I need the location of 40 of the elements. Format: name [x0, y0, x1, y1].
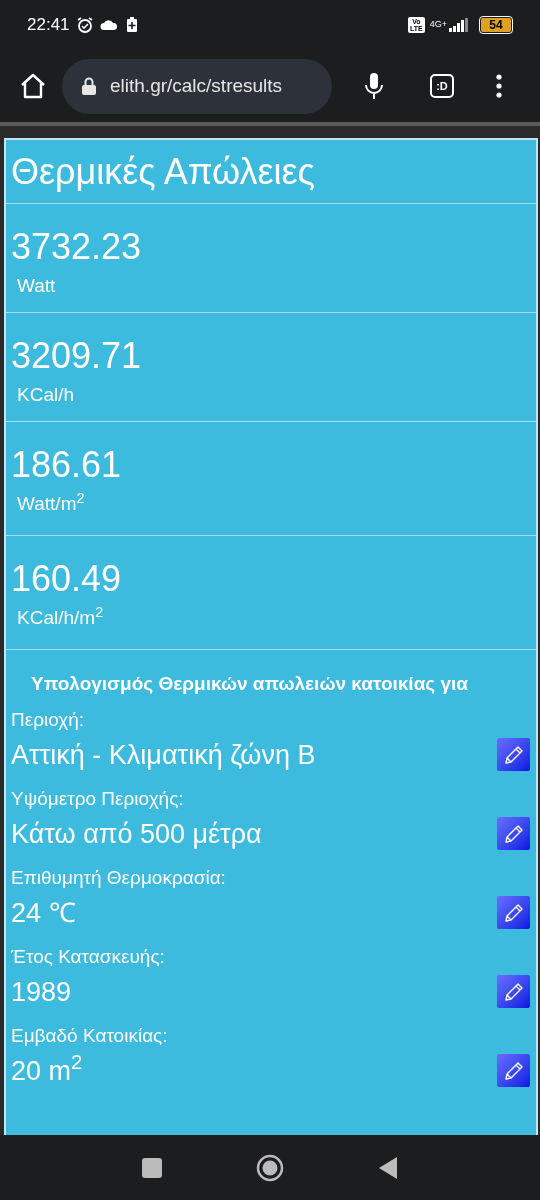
microphone-icon[interactable] — [364, 72, 384, 100]
edit-button[interactable] — [497, 817, 530, 850]
home-button[interactable] — [256, 1153, 284, 1182]
result-unit: KCal/h — [16, 383, 75, 407]
cloud-icon — [99, 19, 118, 31]
edit-button[interactable] — [497, 1054, 530, 1087]
back-button[interactable] — [378, 1155, 398, 1180]
edit-button[interactable] — [497, 738, 530, 771]
tab-switcher-button[interactable]: :D — [430, 74, 454, 98]
field-value: 20 m$^{2}$ — [11, 1050, 83, 1088]
result-value: 3732.23 — [11, 226, 142, 268]
field-value: Κάτω από 500 μέτρα — [11, 817, 262, 851]
network-type: 4G+ — [429, 18, 447, 31]
result-unit: Watt/m$^{2}$ — [16, 490, 85, 516]
field-value: 24 ℃ — [11, 896, 76, 930]
field-label: Υψόμετρο Περιοχής: — [11, 787, 184, 811]
result-value: 160.49 — [11, 558, 122, 600]
alarm-icon — [75, 16, 94, 34]
field-label: Έτος Κατασκευής: — [11, 945, 165, 969]
signal-icon — [447, 18, 469, 32]
field-label: Εμβαδό Κατοικίας: — [11, 1024, 168, 1048]
details-heading: Υπολογισμός Θερμικών απωλειών κατοικίας για — [31, 672, 469, 696]
field-value: 1989 — [11, 975, 72, 1009]
field-label: Περιοχή: — [11, 708, 85, 732]
address-bar[interactable]: elith.gr/calc/stresults — [62, 58, 332, 114]
status-time: 22:41 — [27, 14, 70, 37]
battery-indicator: 54 — [479, 16, 513, 34]
page-title: Θερμικές Απώλειες — [11, 149, 315, 194]
edit-button[interactable] — [497, 896, 530, 929]
battery-plus-icon — [125, 17, 138, 33]
field-value: Αττική - Κλιματική ζώνη Β — [11, 738, 316, 772]
recent-apps-button[interactable] — [142, 1157, 162, 1178]
result-value: 3209.71 — [11, 335, 142, 377]
result-unit: Watt — [16, 274, 56, 298]
edit-button[interactable] — [497, 975, 530, 1008]
result-value: 186.61 — [11, 444, 122, 486]
more-options-icon[interactable] — [496, 74, 502, 98]
lock-icon — [82, 77, 96, 95]
field-label: Επιθυμητή Θερμοκρασία: — [11, 866, 226, 890]
result-unit: KCal/h/m$^{2}$ — [16, 604, 104, 630]
